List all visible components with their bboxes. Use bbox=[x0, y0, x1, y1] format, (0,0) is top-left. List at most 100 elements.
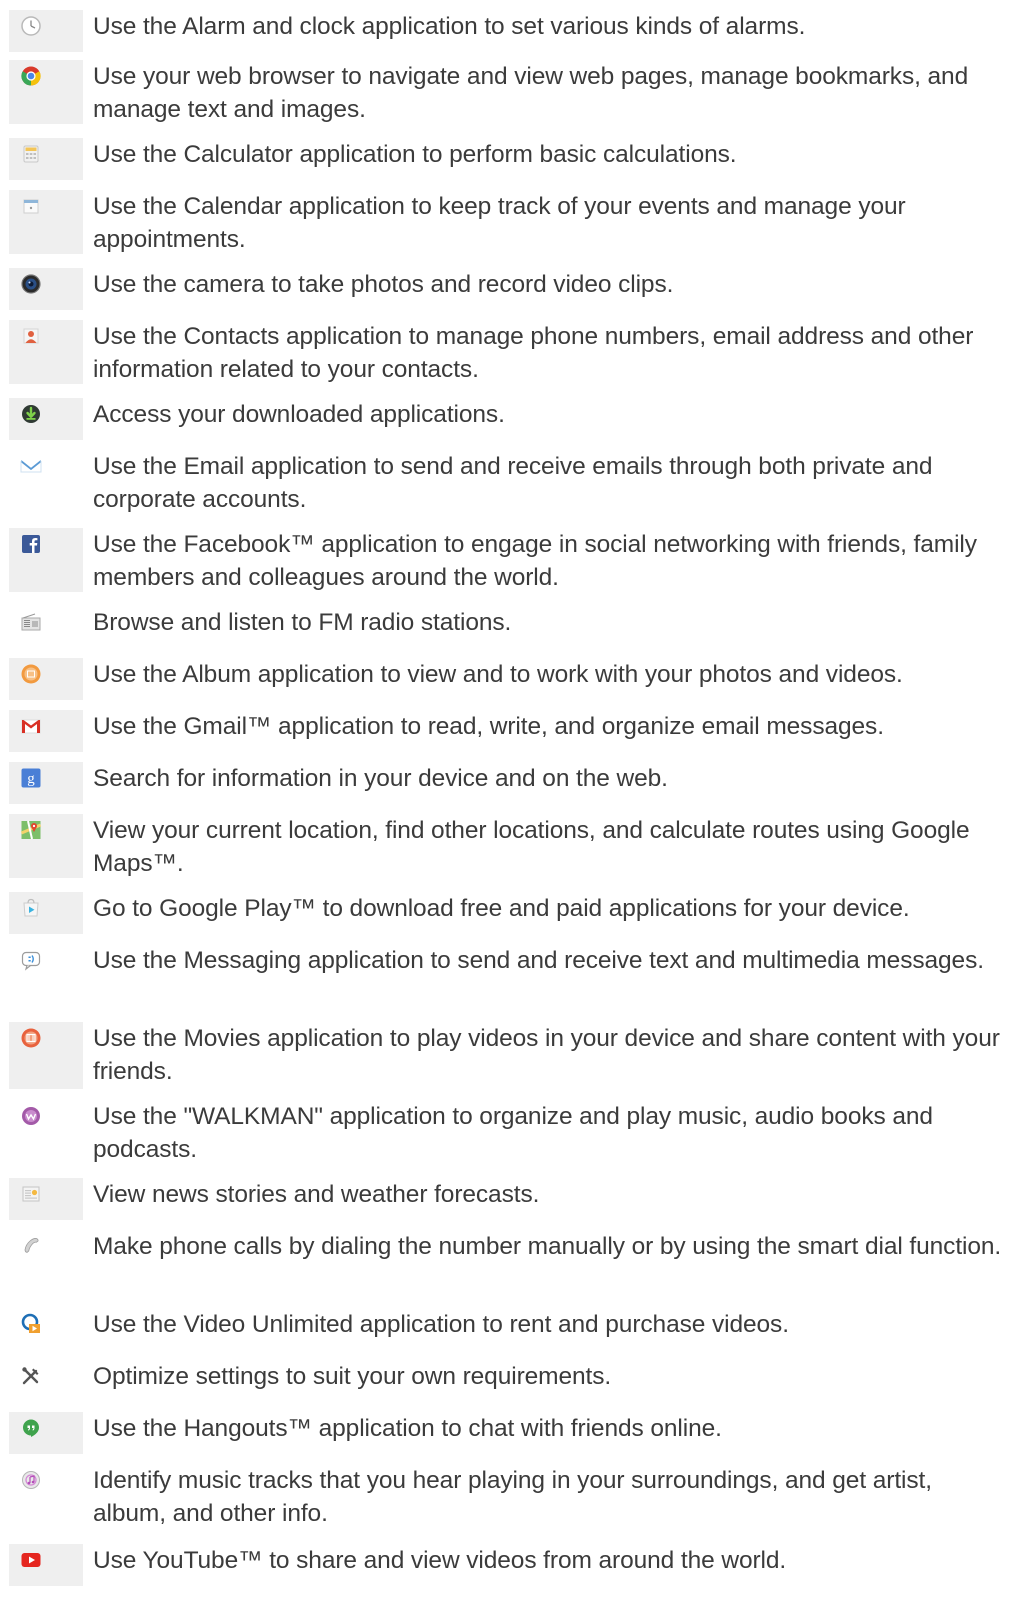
icon-cell bbox=[9, 528, 83, 592]
icon-cell bbox=[9, 1308, 83, 1350]
item-text: Browse and listen to FM radio stations. bbox=[93, 609, 512, 636]
item-text: Identify music tracks that you hear play… bbox=[93, 1467, 932, 1527]
icon-cell bbox=[9, 710, 83, 752]
list-item: Use the camera to take photos and record… bbox=[0, 268, 1009, 310]
web-browser-icon bbox=[20, 65, 42, 87]
alarm-clock-icon bbox=[20, 15, 42, 37]
item-text: View your current location, find other l… bbox=[93, 817, 970, 877]
youtube-icon bbox=[20, 1549, 42, 1571]
list-item: Use the Calculator application to perfor… bbox=[0, 138, 1009, 180]
item-text: Go to Google Play™ to download free and … bbox=[93, 895, 910, 922]
item-text: Use the Email application to send and re… bbox=[93, 453, 933, 513]
icon-cell bbox=[9, 814, 83, 878]
phone-icon bbox=[20, 1235, 42, 1257]
list-item: g Search for information in your device … bbox=[0, 762, 1009, 804]
item-text: Use the Calculator application to perfor… bbox=[93, 141, 737, 168]
list-item: Make phone calls by dialing the number m… bbox=[0, 1230, 1009, 1294]
list-item: View your current location, find other l… bbox=[0, 814, 1009, 878]
item-text: Use YouTube™ to share and view videos fr… bbox=[93, 1547, 787, 1574]
icon-cell: g bbox=[9, 762, 83, 804]
downloads-icon bbox=[20, 403, 42, 425]
icon-cell bbox=[9, 60, 83, 124]
list-item: Use the Alarm and clock application to s… bbox=[0, 10, 1009, 52]
album-icon bbox=[20, 663, 42, 685]
item-text: Use the Alarm and clock application to s… bbox=[93, 13, 806, 40]
list-item: Use the Contacts application to manage p… bbox=[0, 320, 1009, 384]
messaging-icon bbox=[20, 949, 42, 971]
list-item: Browse and listen to FM radio stations. bbox=[0, 606, 1009, 648]
camera-icon bbox=[20, 273, 42, 295]
icon-cell bbox=[9, 1022, 83, 1089]
icon-cell bbox=[9, 1412, 83, 1454]
contacts-icon bbox=[20, 325, 42, 347]
email-icon bbox=[20, 455, 42, 477]
icon-cell bbox=[9, 1178, 83, 1220]
item-text: Use the Movies application to play video… bbox=[93, 1025, 1000, 1085]
icon-cell bbox=[9, 1100, 83, 1164]
maps-icon bbox=[20, 819, 42, 841]
movies-icon bbox=[20, 1027, 42, 1049]
item-text: Search for information in your device an… bbox=[93, 765, 668, 792]
icon-cell bbox=[9, 1360, 83, 1402]
icon-cell bbox=[9, 320, 83, 384]
icon-cell bbox=[9, 1544, 83, 1586]
svg-text:g: g bbox=[27, 771, 35, 787]
list-item: Use the Hangouts™ application to chat wi… bbox=[0, 1412, 1009, 1454]
icon-cell bbox=[9, 606, 83, 648]
list-item: Use the Video Unlimited application to r… bbox=[0, 1308, 1009, 1350]
item-text: Use the Gmail™ application to read, writ… bbox=[93, 713, 884, 740]
list-item: Use the Calendar application to keep tra… bbox=[0, 190, 1009, 254]
icon-cell bbox=[9, 138, 83, 180]
list-item: Use the "WALKMAN" application to organiz… bbox=[0, 1100, 1009, 1164]
list-item: Access your downloaded applications. bbox=[0, 398, 1009, 440]
icon-cell bbox=[9, 10, 83, 52]
calculator-icon bbox=[20, 143, 42, 165]
news-weather-icon bbox=[20, 1183, 42, 1205]
item-text: Use the Calendar application to keep tra… bbox=[93, 193, 906, 253]
item-text: Use the Album application to view and to… bbox=[93, 661, 903, 688]
item-text: Use the Messaging application to send an… bbox=[93, 947, 984, 974]
trackid-icon bbox=[20, 1469, 42, 1491]
list-item: Use the Movies application to play video… bbox=[0, 1022, 1009, 1089]
gmail-icon bbox=[20, 715, 42, 737]
icon-cell bbox=[9, 944, 83, 1008]
list-item: Use the Messaging application to send an… bbox=[0, 944, 1009, 1008]
list-item: Use the Facebook™ application to engage … bbox=[0, 528, 1009, 592]
walkman-icon bbox=[20, 1105, 42, 1127]
facebook-icon bbox=[20, 533, 42, 555]
list-item: Optimize settings to suit your own requi… bbox=[0, 1360, 1009, 1402]
settings-icon bbox=[20, 1365, 42, 1387]
hangouts-icon bbox=[20, 1417, 42, 1439]
item-text: Use the Video Unlimited application to r… bbox=[93, 1311, 789, 1338]
google-search-icon: g bbox=[20, 767, 42, 789]
item-text: Access your downloaded applications. bbox=[93, 401, 505, 428]
item-text: View news stories and weather forecasts. bbox=[93, 1181, 540, 1208]
icon-cell bbox=[9, 658, 83, 700]
item-text: Use your web browser to navigate and vie… bbox=[93, 63, 969, 123]
icon-cell bbox=[9, 892, 83, 934]
item-text: Optimize settings to suit your own requi… bbox=[93, 1363, 612, 1390]
item-text: Use the Hangouts™ application to chat wi… bbox=[93, 1415, 722, 1442]
video-unlimited-icon bbox=[20, 1313, 42, 1335]
icon-cell bbox=[9, 268, 83, 310]
item-text: Use the "WALKMAN" application to organiz… bbox=[93, 1103, 933, 1163]
play-store-icon bbox=[20, 897, 42, 919]
calendar-icon bbox=[20, 195, 42, 217]
list-item: Use the Album application to view and to… bbox=[0, 658, 1009, 700]
list-item: Identify music tracks that you hear play… bbox=[0, 1464, 1009, 1528]
icon-cell bbox=[9, 190, 83, 254]
list-item: Use YouTube™ to share and view videos fr… bbox=[0, 1544, 1009, 1586]
list-item: Use the Email application to send and re… bbox=[0, 450, 1009, 514]
item-text: Make phone calls by dialing the number m… bbox=[93, 1233, 1002, 1260]
icon-cell bbox=[9, 398, 83, 440]
item-text: Use the Contacts application to manage p… bbox=[93, 323, 974, 383]
list-item: Go to Google Play™ to download free and … bbox=[0, 892, 1009, 934]
list-item: View news stories and weather forecasts. bbox=[0, 1178, 1009, 1220]
fm-radio-icon bbox=[20, 611, 42, 633]
icon-cell bbox=[9, 1464, 83, 1528]
list-item: Use your web browser to navigate and vie… bbox=[0, 60, 1009, 124]
list-item: Use the Gmail™ application to read, writ… bbox=[0, 710, 1009, 752]
icon-cell bbox=[9, 450, 83, 514]
item-text: Use the camera to take photos and record… bbox=[93, 271, 674, 298]
icon-cell bbox=[9, 1230, 83, 1294]
